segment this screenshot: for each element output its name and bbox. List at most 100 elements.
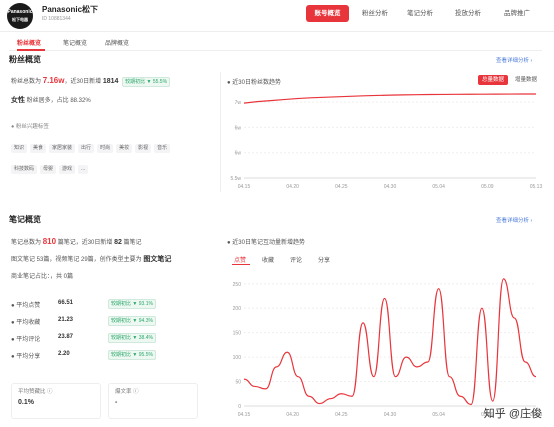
- brand-id: ID 10881344: [42, 16, 71, 22]
- x-tick-label: 04.20: [286, 412, 299, 418]
- interest-tag: 影视: [135, 144, 152, 153]
- brand-logo: Panasonic 松下电器: [7, 3, 33, 29]
- card-label: 爆文率 ⓘ: [115, 389, 139, 395]
- x-tick-label: 05.04: [432, 184, 445, 190]
- x-tick-label: 04.25: [335, 412, 348, 418]
- x-tick-label: 04.15: [238, 412, 251, 418]
- interest-tag: 时尚: [97, 144, 114, 153]
- stat-label: ● 平均收藏: [11, 320, 41, 326]
- subtab-brand[interactable]: 品牌概览: [105, 38, 129, 47]
- stat-change-value: ▼ 38.4%: [132, 335, 153, 341]
- fans-interest-title: ● 粉丝兴趣标签: [11, 122, 49, 130]
- stat-value: 66.51: [58, 300, 74, 306]
- notes-total-value: 810: [42, 237, 57, 246]
- y-tick-label: 100: [233, 355, 242, 361]
- fans-total-line: 粉丝总数为 7.16w，近30日新增 1814 较期初比 ▼ 55.5%: [11, 76, 171, 87]
- y-tick-label: 7w: [235, 100, 242, 106]
- interest-tag: 出行: [78, 144, 95, 153]
- stat-label: ● 平均评论: [11, 337, 41, 343]
- fans-total-value: 7.16w: [42, 76, 65, 85]
- card-value: -: [115, 399, 118, 406]
- x-tick-label: 04.25: [335, 184, 348, 190]
- stat-change-label: 较期初比: [111, 335, 132, 341]
- notes-type-label: 图文笔记 53篇，视频笔记 29篇，创作类型主要为: [11, 257, 142, 263]
- interest-tag: 母婴: [40, 165, 57, 174]
- interest-tag: 音乐: [154, 144, 171, 153]
- interaction-tab-indicator: [232, 264, 250, 265]
- y-tick-label: 0: [238, 404, 241, 410]
- stat-change: 较期初比 ▼ 93.1%: [108, 299, 156, 309]
- tab-comments[interactable]: 评论: [290, 255, 302, 264]
- fans-trend-title-text: 近30日粉丝数趋势: [232, 80, 281, 86]
- nav-fan-analysis[interactable]: 粉丝分析: [355, 5, 395, 22]
- interest-tag: 游戏: [59, 165, 76, 174]
- fans-increment-data-button[interactable]: 增量数据: [511, 75, 541, 85]
- subtab-fans[interactable]: 粉丝概览: [17, 38, 41, 47]
- nav-ad-analysis[interactable]: 投放分析: [448, 5, 488, 22]
- card-value: 0.1%: [18, 399, 34, 406]
- fans-ring-label: 较期初比: [125, 79, 146, 85]
- y-tick-label: 50: [235, 380, 241, 386]
- notes-total-line: 笔记总数为 810 篇笔记，近30日新增 82 篇笔记: [11, 237, 142, 246]
- fans-new-value: 1814: [102, 78, 119, 85]
- nav-note-analysis[interactable]: 笔记分析: [400, 5, 440, 22]
- notes-line1-rest: 篇笔记，近30日新增: [57, 240, 113, 246]
- x-tick-label: 04.20: [286, 184, 299, 190]
- fans-gender-line: 女性 粉丝居多，占比 88.32%: [11, 95, 91, 105]
- tab-shares[interactable]: 分享: [318, 255, 330, 264]
- tab-collects[interactable]: 收藏: [262, 255, 274, 264]
- y-tick-label: 5.5w: [230, 176, 241, 182]
- fans-total-data-button[interactable]: 总量数据: [478, 75, 509, 85]
- viral-rate-card: 爆文率 ⓘ -: [108, 383, 198, 419]
- fans-divider: [220, 72, 221, 192]
- stat-value: 2.20: [58, 351, 70, 357]
- stat-label: ● 平均分享: [11, 354, 41, 360]
- card-label: 平均赞藏比 ⓘ: [18, 389, 53, 395]
- subtab-indicator: [17, 49, 45, 51]
- subtab-notes[interactable]: 笔记概览: [63, 38, 87, 47]
- tab-likes[interactable]: 点赞: [234, 255, 246, 264]
- stat-change-value: ▼ 95.5%: [132, 352, 153, 358]
- notes-line1-rest2: 篇笔记: [123, 240, 142, 246]
- fans-total-label: 粉丝总数为: [11, 79, 42, 85]
- interest-tag: 家居家装: [49, 144, 76, 153]
- fans-interest-title-text: 粉丝兴趣标签: [15, 124, 49, 130]
- interest-tag: 科技数码: [11, 165, 38, 174]
- x-tick-label: 04.30: [384, 184, 397, 190]
- stat-label-text: 平均点赞: [16, 303, 41, 309]
- y-tick-label: 6w: [235, 151, 242, 157]
- fans-ring-badge: 较期初比 ▼ 55.5%: [122, 77, 171, 87]
- stat-change-value: ▼ 94.3%: [132, 318, 153, 324]
- top-header: Panasonic 松下电器 Panasonic松下 ID 10881344 账…: [0, 0, 554, 32]
- notes-new-value: 82: [114, 239, 122, 246]
- nav-brand-promo[interactable]: 品牌推广: [497, 5, 537, 22]
- notes-line1-label: 笔记总数为: [11, 240, 42, 246]
- x-tick-label: 05.09: [481, 184, 494, 190]
- fans-new-label: ，近30日新增: [64, 79, 102, 85]
- stat-change-label: 较期初比: [111, 318, 132, 324]
- x-tick-label: 05.13: [530, 184, 543, 190]
- fans-detail-link[interactable]: 查看详细分析 ›: [496, 56, 532, 64]
- fans-gender-label: 女性: [11, 97, 25, 104]
- y-tick-label: 250: [233, 282, 242, 288]
- y-tick-label: 200: [233, 306, 242, 312]
- interaction-trend-title-text: 近30日笔记互动量新增趋势: [232, 240, 305, 246]
- fans-gender-rest: 粉丝居多，占比 88.32%: [26, 98, 91, 104]
- fans-trend-chart: 7w 6w 6w 5.5w 04.15 04.20 04.25 04.30 05.04 05.09…: [230, 93, 543, 190]
- stat-change-label: 较期初比: [111, 352, 132, 358]
- stat-label-text: 平均收藏: [16, 320, 41, 326]
- fans-interest-tags: 知识 美食 家居家装 出行 时尚 美妆 影视 音乐科技数码 母婴 游戏...: [11, 136, 201, 178]
- interest-tag: 知识: [11, 144, 28, 153]
- brand-name: Panasonic松下: [42, 5, 99, 14]
- notes-section-title: 笔记概览: [9, 215, 41, 224]
- page: Panasonic 松下电器 Panasonic松下 ID 10881344 账…: [0, 0, 554, 427]
- stat-change-label: 较期初比: [111, 301, 132, 307]
- stat-label-text: 平均分享: [16, 354, 41, 360]
- fans-trend-title: ● 近30日粉丝数趋势: [227, 77, 281, 86]
- interest-tag: 美妆: [116, 144, 133, 153]
- y-tick-label: 6w: [235, 125, 242, 131]
- x-tick-label: 05.04: [432, 412, 445, 418]
- nav-account-overview[interactable]: 账号概览: [306, 5, 349, 22]
- stat-value: 21.23: [58, 317, 74, 323]
- notes-detail-link[interactable]: 查看详细分析 ›: [496, 216, 532, 224]
